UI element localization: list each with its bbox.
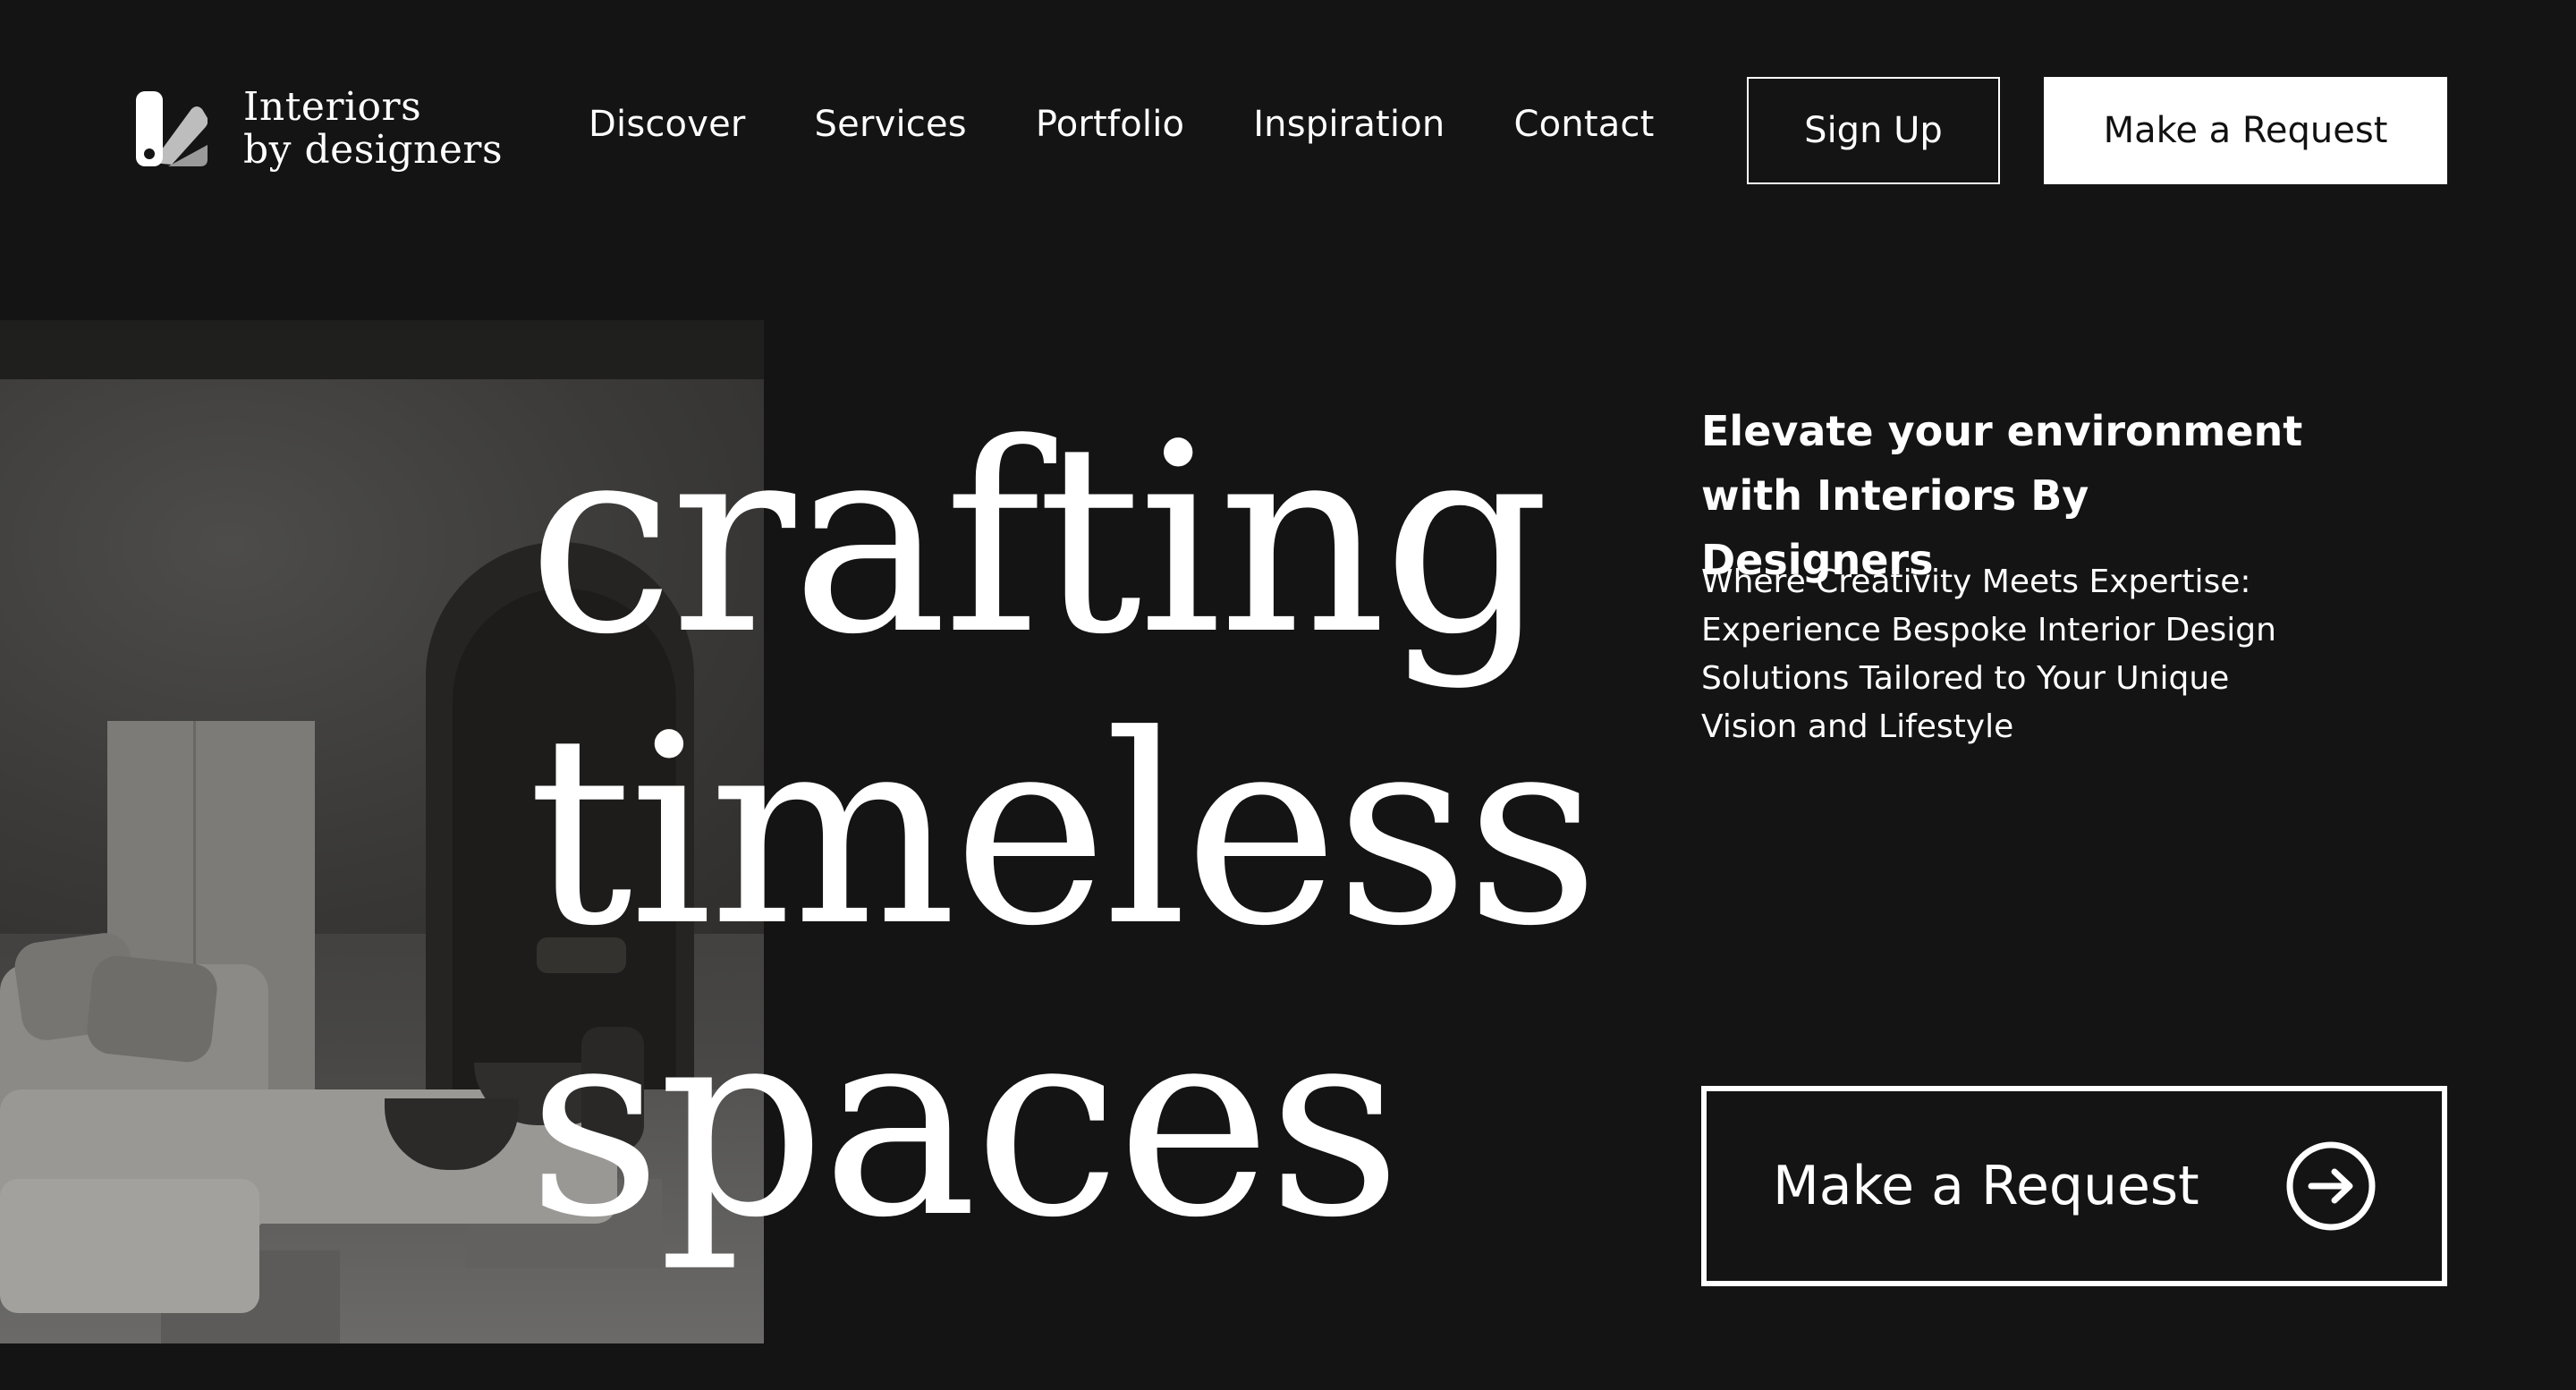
description-line-4: Vision and Lifestyle xyxy=(1701,708,2014,745)
make-request-header-button[interactable]: Make a Request xyxy=(2044,77,2447,184)
hero-headline: crafting timeless spaces xyxy=(528,387,1599,1275)
nav-item-inspiration[interactable]: Inspiration xyxy=(1253,104,1445,145)
description-line-1: Where Creativity Meets Expertise: xyxy=(1701,564,2251,600)
make-request-cta-button[interactable]: Make a Request xyxy=(1701,1086,2447,1286)
brand-name: Interiors by designers xyxy=(243,86,503,172)
nav-item-services[interactable]: Services xyxy=(815,104,967,145)
page: Interiors by designers Discover Services… xyxy=(0,0,2576,1390)
nav-item-discover[interactable]: Discover xyxy=(589,104,746,145)
cta-label: Make a Request xyxy=(1773,1155,2199,1217)
main-nav: Discover Services Portfolio Inspiration … xyxy=(589,104,1655,145)
headline-line-1: crafting xyxy=(528,387,1550,691)
nav-item-contact[interactable]: Contact xyxy=(1513,104,1654,145)
arrow-right-circle-icon xyxy=(2284,1140,2377,1233)
brand-name-line1: Interiors xyxy=(243,84,422,130)
tagline-line-1: Elevate your environment xyxy=(1701,407,2303,455)
hero-description: Where Creativity Meets Expertise: Experi… xyxy=(1701,558,2327,751)
nav-item-portfolio[interactable]: Portfolio xyxy=(1036,104,1184,145)
sign-up-button[interactable]: Sign Up xyxy=(1747,77,2000,184)
description-line-2: Experience Bespoke Interior Design xyxy=(1701,612,2276,648)
swatch-logo-icon xyxy=(136,91,208,166)
description-line-3: Solutions Tailored to Your Unique xyxy=(1701,660,2230,697)
brand-logo[interactable]: Interiors by designers xyxy=(136,86,503,172)
brand-name-line2: by designers xyxy=(243,127,504,173)
headline-line-3: spaces xyxy=(528,970,1402,1275)
headline-line-2: timeless xyxy=(528,679,1599,983)
